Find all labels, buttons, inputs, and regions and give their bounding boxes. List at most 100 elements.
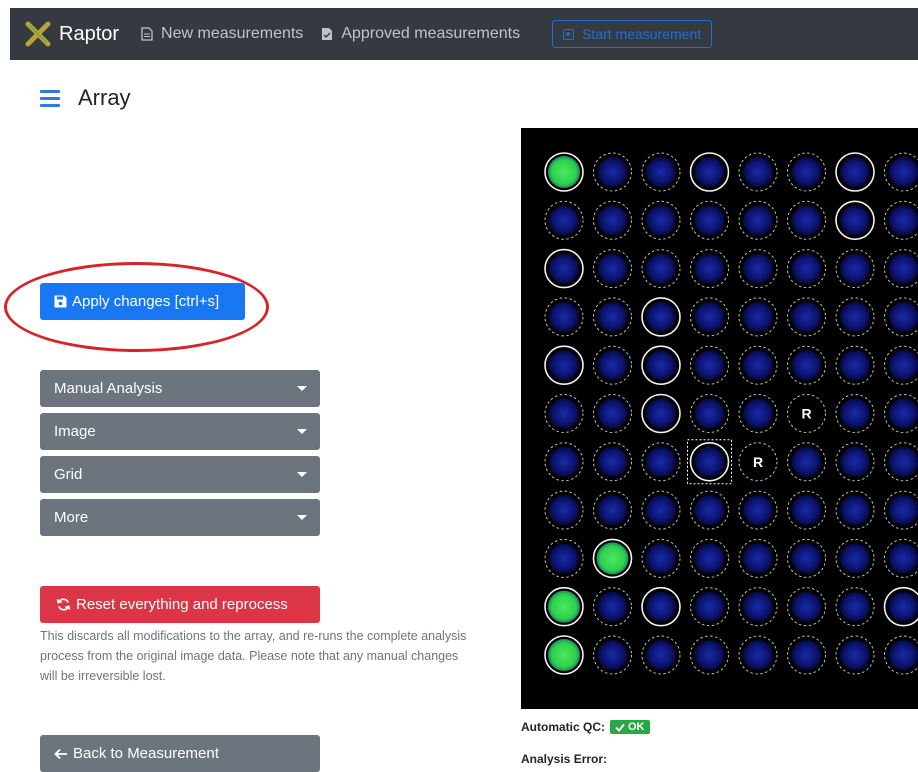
nav-approved-measurements[interactable]: Approved measurements	[321, 25, 520, 43]
array-spot[interactable]	[691, 153, 729, 191]
array-spot[interactable]	[545, 491, 583, 529]
array-spot[interactable]	[691, 395, 729, 433]
array-spot[interactable]	[836, 443, 874, 481]
array-spot[interactable]	[788, 491, 826, 529]
array-spot[interactable]	[691, 539, 729, 577]
array-spot[interactable]	[594, 201, 632, 239]
apply-changes-button[interactable]: Apply changes [ctrl+s]	[40, 283, 245, 320]
array-spot[interactable]: R	[739, 443, 777, 481]
array-spot[interactable]	[788, 636, 826, 674]
array-spot[interactable]	[739, 346, 777, 384]
array-spot[interactable]	[642, 491, 680, 529]
array-spot[interactable]	[545, 395, 583, 433]
brand[interactable]: Raptor	[25, 21, 141, 47]
array-spot[interactable]	[691, 636, 729, 674]
array-spot[interactable]	[691, 250, 729, 288]
array-spot[interactable]	[836, 588, 874, 626]
array-spot[interactable]	[545, 250, 583, 288]
array-spot[interactable]	[788, 201, 826, 239]
array-spot[interactable]	[885, 636, 918, 674]
start-measurement-button[interactable]: Start measurement	[552, 20, 712, 48]
array-spot[interactable]	[594, 346, 632, 384]
array-spot[interactable]	[642, 250, 680, 288]
array-spot[interactable]	[885, 250, 918, 288]
array-spot[interactable]	[788, 298, 826, 336]
array-spot[interactable]	[885, 395, 918, 433]
array-spot[interactable]	[836, 539, 874, 577]
array-spot[interactable]	[691, 588, 729, 626]
array-spot[interactable]	[594, 153, 632, 191]
array-spot[interactable]	[642, 588, 680, 626]
array-spot[interactable]	[642, 539, 680, 577]
array-spot[interactable]	[788, 588, 826, 626]
array-spot[interactable]: R	[788, 395, 826, 433]
array-spot[interactable]	[885, 539, 918, 577]
array-spot[interactable]	[545, 636, 583, 674]
array-spot[interactable]	[788, 153, 826, 191]
array-spot[interactable]	[688, 440, 732, 484]
image-dropdown[interactable]: Image	[40, 413, 320, 450]
array-spot[interactable]	[642, 298, 680, 336]
array-spot[interactable]	[739, 539, 777, 577]
array-spot[interactable]	[885, 298, 918, 336]
array-spot[interactable]	[642, 346, 680, 384]
array-spot[interactable]	[739, 298, 777, 336]
array-spot[interactable]	[885, 491, 918, 529]
array-spot[interactable]	[739, 250, 777, 288]
array-spot[interactable]	[594, 539, 632, 577]
array-spot[interactable]	[836, 298, 874, 336]
array-spot[interactable]	[788, 346, 826, 384]
array-spot[interactable]	[788, 443, 826, 481]
array-spot[interactable]	[836, 395, 874, 433]
array-spot[interactable]	[545, 346, 583, 384]
array-spot[interactable]	[642, 153, 680, 191]
array-spot[interactable]	[885, 443, 918, 481]
array-spot[interactable]	[691, 346, 729, 384]
array-spot[interactable]	[739, 153, 777, 191]
array-spot[interactable]	[739, 201, 777, 239]
array-spot[interactable]	[691, 298, 729, 336]
array-spot[interactable]	[885, 346, 918, 384]
array-spot[interactable]	[691, 491, 729, 529]
nav-new-measurements[interactable]: New measurements	[141, 25, 303, 43]
array-spot[interactable]	[642, 443, 680, 481]
array-spot[interactable]	[739, 636, 777, 674]
menu-toggle-icon[interactable]	[40, 90, 60, 108]
back-to-measurement-button[interactable]: Back to Measurement	[40, 735, 320, 772]
more-dropdown[interactable]: More	[40, 499, 320, 536]
manual-analysis-dropdown[interactable]: Manual Analysis	[40, 370, 320, 407]
array-spot[interactable]	[545, 539, 583, 577]
array-spot[interactable]	[545, 443, 583, 481]
array-spot[interactable]	[836, 201, 874, 239]
array-spot[interactable]	[691, 201, 729, 239]
array-spot[interactable]	[885, 153, 918, 191]
array-spot[interactable]	[545, 298, 583, 336]
array-spot[interactable]	[642, 636, 680, 674]
array-spot[interactable]	[594, 588, 632, 626]
array-spot[interactable]	[594, 443, 632, 481]
array-spot[interactable]	[836, 153, 874, 191]
array-spot[interactable]	[739, 395, 777, 433]
array-spot[interactable]	[885, 201, 918, 239]
array-spot[interactable]	[739, 588, 777, 626]
array-spot[interactable]	[885, 588, 918, 626]
array-spot[interactable]	[836, 491, 874, 529]
array-spot[interactable]	[739, 491, 777, 529]
array-spot[interactable]	[594, 395, 632, 433]
array-spot[interactable]	[642, 201, 680, 239]
array-spot[interactable]	[788, 539, 826, 577]
array-spot[interactable]	[788, 250, 826, 288]
array-spot[interactable]	[836, 346, 874, 384]
grid-dropdown[interactable]: Grid	[40, 456, 320, 493]
array-spot[interactable]	[836, 636, 874, 674]
array-spot[interactable]	[545, 588, 583, 626]
reset-reprocess-button[interactable]: Reset everything and reprocess	[40, 586, 320, 623]
array-spot[interactable]	[594, 250, 632, 288]
array-spot[interactable]	[594, 298, 632, 336]
array-spot[interactable]	[836, 250, 874, 288]
array-spot[interactable]	[594, 491, 632, 529]
array-spot[interactable]	[642, 395, 680, 433]
array-spot-grid[interactable]: RR	[521, 128, 918, 709]
array-image-viewer[interactable]: RR	[521, 128, 918, 709]
array-spot[interactable]	[545, 201, 583, 239]
